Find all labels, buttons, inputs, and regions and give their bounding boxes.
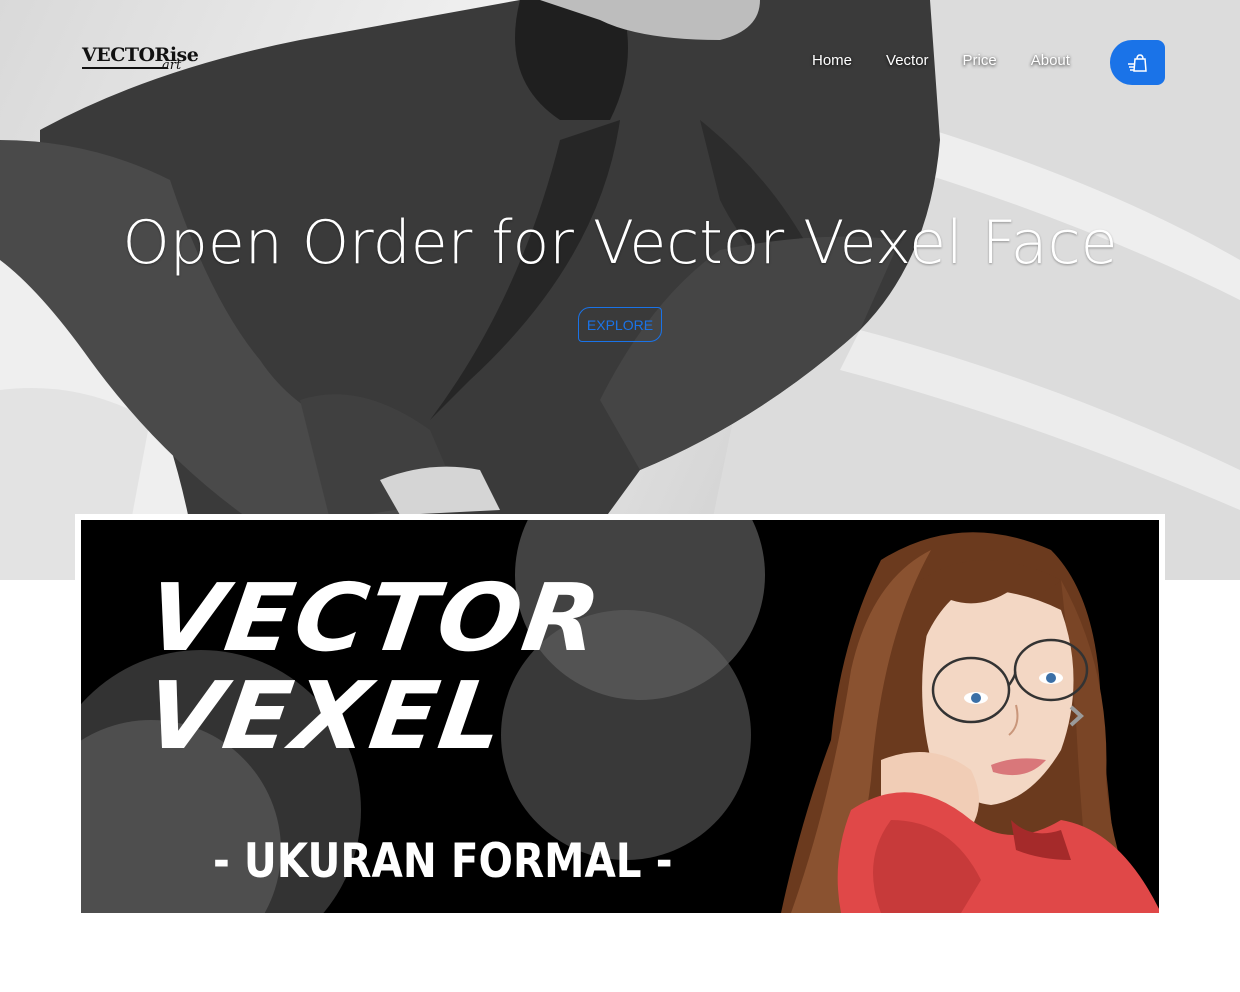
cart-button[interactable] — [1110, 40, 1165, 85]
chevron-right-icon[interactable] — [1066, 705, 1086, 727]
nav-item-about[interactable]: About — [1031, 52, 1070, 70]
explore-button[interactable]: EXPLORE — [578, 307, 662, 342]
banner-title-line1: VECTOR — [140, 564, 609, 673]
brand-logo[interactable]: VECTORise art — [82, 44, 199, 78]
logo-subtext: art — [162, 58, 182, 73]
top-navbar: VECTORise art Home Vector Price About — [0, 0, 1240, 120]
nav-item-home[interactable]: Home — [812, 52, 852, 70]
promo-banner: VECTOR VEXEL - UKURAN FORMAL - — [81, 520, 1159, 913]
banner-subtitle: - UKURAN FORMAL - — [213, 833, 673, 889]
nav-item-vector[interactable]: Vector — [886, 52, 929, 70]
nav-item-price[interactable]: Price — [963, 52, 997, 70]
hero-title: Open Order for Vector Vexel Face — [122, 208, 1118, 278]
banner-title-line2: VEXEL — [138, 662, 512, 771]
main-menu: Home Vector Price About — [812, 52, 1104, 70]
logo-underline — [82, 67, 168, 69]
hero-section: VECTORise art Home Vector Price About Op… — [0, 0, 1240, 580]
vexel-portrait-illustration — [781, 532, 1159, 913]
hand-bag-icon — [1128, 54, 1147, 72]
